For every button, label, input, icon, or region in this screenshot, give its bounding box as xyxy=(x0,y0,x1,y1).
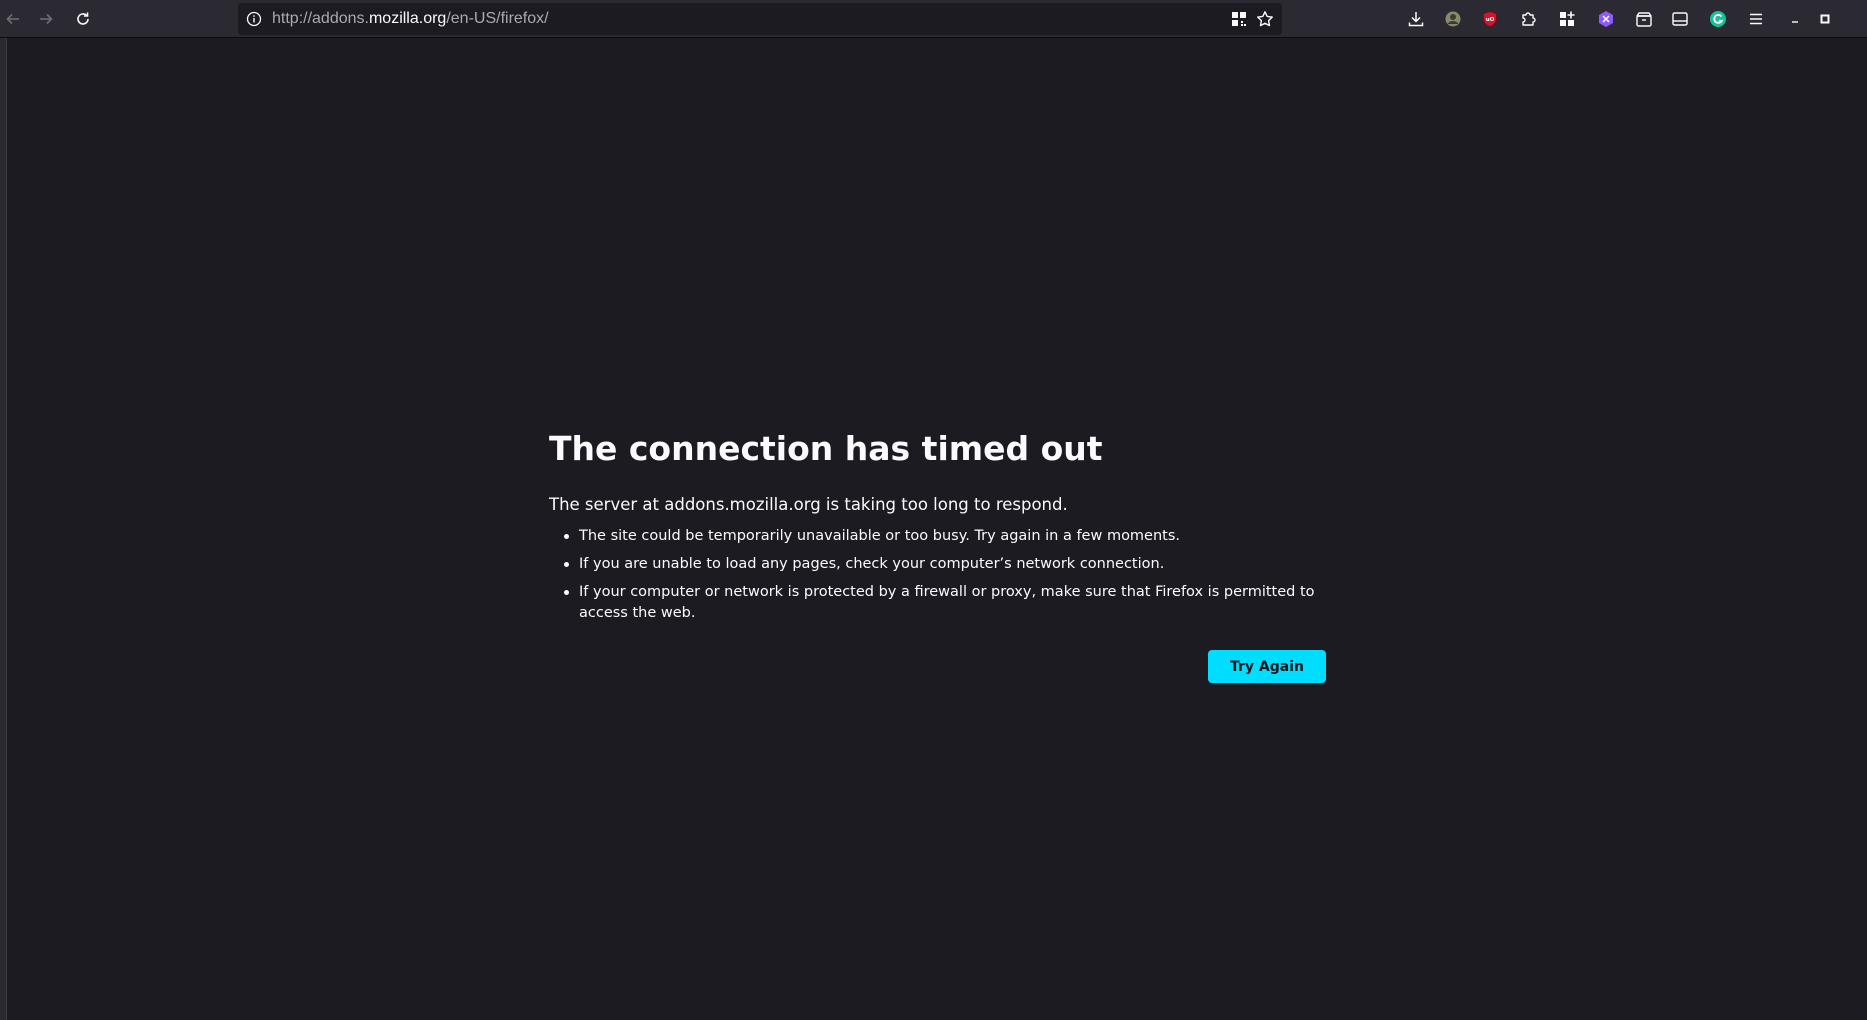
try-again-button[interactable]: Try Again xyxy=(1208,650,1326,683)
list-item: If you are unable to load any pages, che… xyxy=(549,554,1329,575)
maximize-icon xyxy=(1820,14,1830,24)
extensions-icon xyxy=(1522,12,1536,26)
hamburger-menu-icon xyxy=(1750,13,1762,25)
site-info-icon[interactable] xyxy=(246,11,262,27)
list-item: If your computer or network is protected… xyxy=(549,582,1329,624)
url-text[interactable]: http://addons.mozilla.org/en-US/firefox/ xyxy=(272,10,549,28)
window-left-edge xyxy=(0,38,7,1020)
qr-code-icon[interactable] xyxy=(1230,10,1248,28)
reload-button[interactable] xyxy=(70,6,96,32)
back-button[interactable] xyxy=(0,6,26,32)
reload-icon xyxy=(77,12,89,25)
sidebar-icon xyxy=(1672,12,1688,26)
sidebar-button[interactable] xyxy=(1670,9,1690,29)
avatar-extension-icon xyxy=(1445,11,1461,27)
minimize-icon xyxy=(1792,21,1798,23)
list-item-text: If your computer or network is protected… xyxy=(579,584,1315,600)
hexagon-extension-icon xyxy=(1599,11,1613,27)
ublock-origin-icon: uO xyxy=(1483,11,1497,27)
browser-toolbar: http://addons.mozilla.org/en-US/firefox/… xyxy=(0,0,1867,38)
extensions-button[interactable] xyxy=(1518,9,1538,29)
svg-text:uO: uO xyxy=(1486,17,1495,23)
url-path: /en-US/firefox/ xyxy=(446,10,549,27)
minimize-button[interactable] xyxy=(1785,9,1805,29)
back-arrow-icon xyxy=(6,13,19,25)
list-item-text-continued: access the web. xyxy=(579,605,696,621)
url-host: mozilla.org xyxy=(368,10,447,27)
downloads-button[interactable] xyxy=(1406,9,1426,29)
url-bar[interactable]: http://addons.mozilla.org/en-US/firefox/ xyxy=(238,3,1282,35)
forward-button[interactable] xyxy=(33,6,59,32)
error-container: The connection has timed out The server … xyxy=(549,425,1329,690)
container-button[interactable] xyxy=(1634,9,1654,29)
maximize-button[interactable] xyxy=(1815,9,1835,29)
hexagon-extension-button[interactable] xyxy=(1596,9,1616,29)
container-icon xyxy=(1636,12,1652,27)
avatar-extension-button[interactable] xyxy=(1443,9,1463,29)
forward-arrow-icon xyxy=(40,13,53,25)
error-description: The server at addons.mozilla.org is taki… xyxy=(549,495,1068,514)
ublock-origin-button[interactable]: uO xyxy=(1480,9,1500,29)
grammarly-button[interactable] xyxy=(1708,9,1728,29)
list-item: The site could be temporarily unavailabl… xyxy=(549,526,1329,547)
apps-grid-icon xyxy=(1560,11,1575,26)
downloads-icon xyxy=(1408,12,1424,27)
error-title: The connection has timed out xyxy=(549,429,1103,468)
url-scheme: http://addons. xyxy=(272,10,369,27)
error-reasons-list: The site could be temporarily unavailabl… xyxy=(549,526,1329,624)
bookmark-star-icon[interactable] xyxy=(1256,10,1274,28)
apps-grid-button[interactable] xyxy=(1557,9,1577,29)
app-menu-button[interactable] xyxy=(1746,9,1766,29)
button-row: Try Again xyxy=(549,650,1329,690)
grammarly-icon xyxy=(1710,11,1726,27)
